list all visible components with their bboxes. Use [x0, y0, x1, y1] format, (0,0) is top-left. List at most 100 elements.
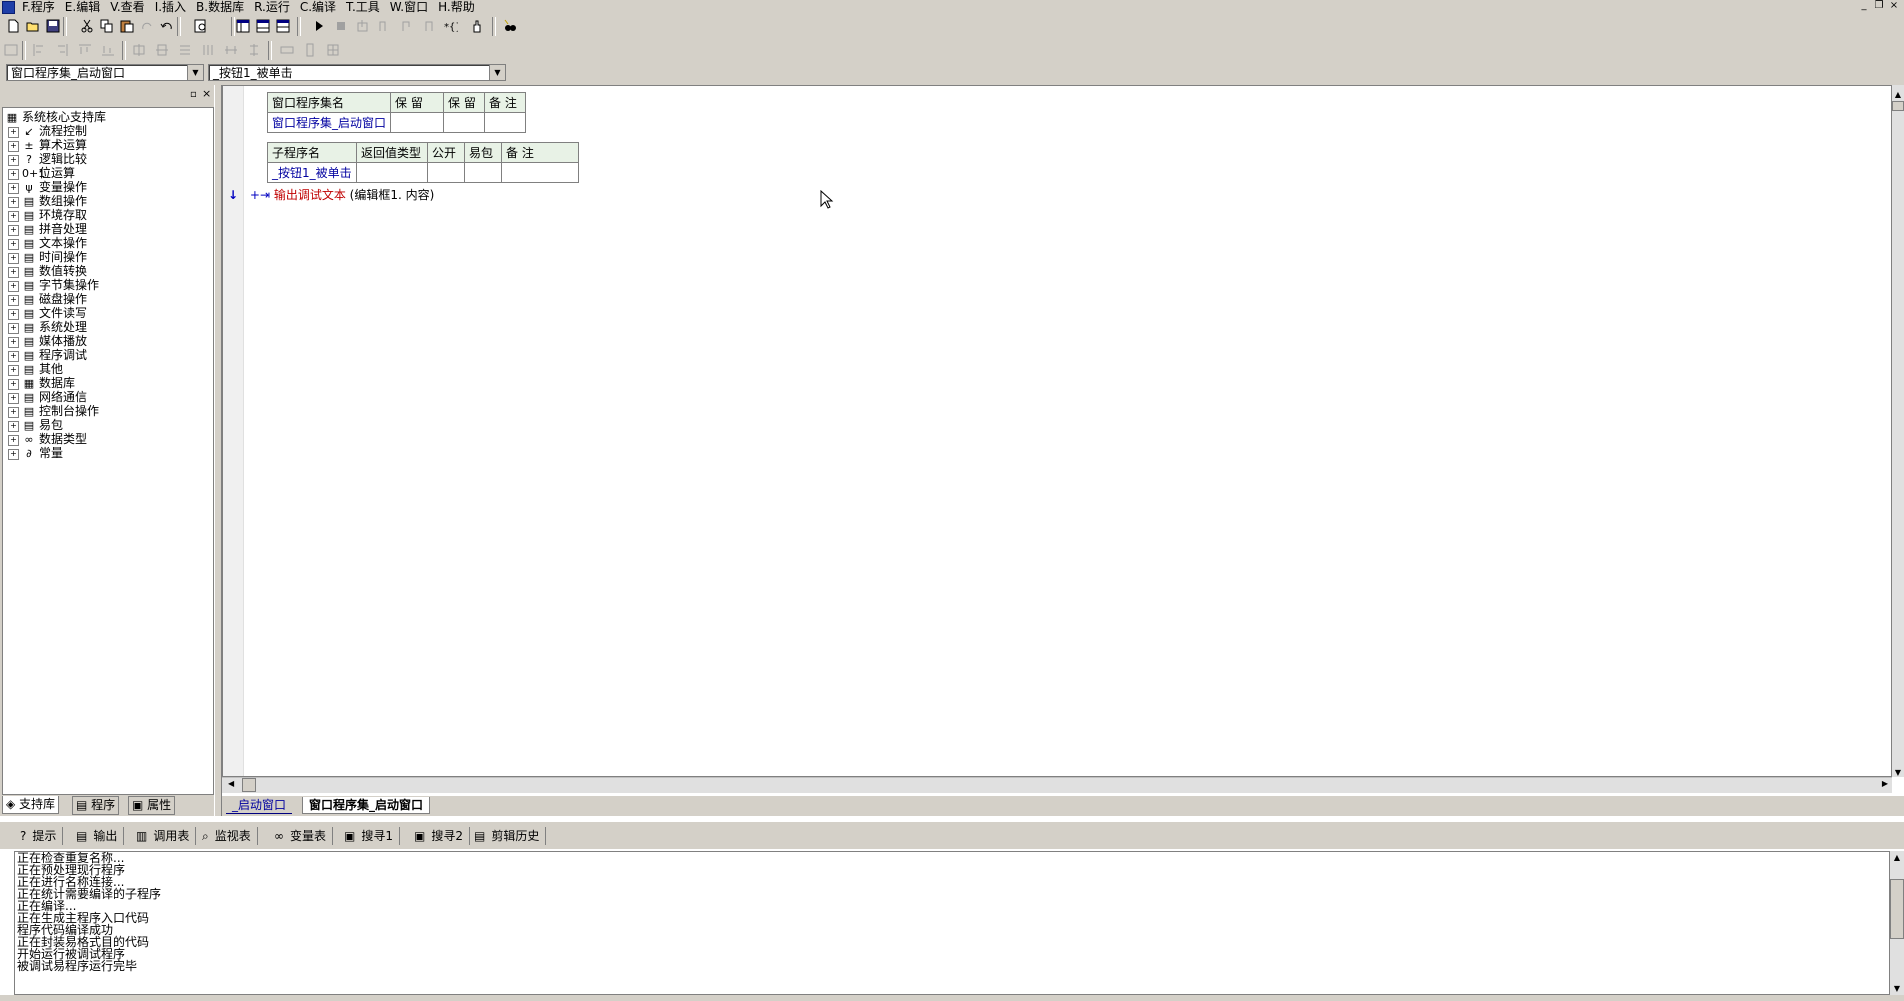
code-editor[interactable]: 窗口程序集名 保 留 保 留 备 注 窗口程序集_启动窗口 子程序名 返回值类型… [222, 85, 1892, 777]
expand-icon[interactable]: + [8, 393, 19, 404]
expand-marker-icon[interactable]: +⇥ [250, 188, 270, 202]
menu-compile[interactable]: C.编译 [298, 0, 344, 15]
vertical-splitter[interactable] [214, 85, 222, 816]
layout3-icon[interactable] [276, 19, 290, 33]
menu-view[interactable]: V.查看 [108, 0, 152, 15]
center-h-icon[interactable] [132, 43, 146, 57]
align-left-icon[interactable] [32, 43, 46, 57]
tree-item[interactable]: + ▤ 程序调试 [3, 348, 87, 362]
output-tab[interactable]: ▥ 调用表 [136, 827, 197, 845]
tree-item[interactable]: + ▤ 网络通信 [3, 390, 87, 404]
minimize-icon[interactable]: _ [1858, 0, 1870, 12]
fit-height-icon[interactable] [303, 43, 317, 57]
command-args[interactable]: (编辑框1. 内容) [350, 188, 435, 202]
assembly-name-cell[interactable]: 窗口程序集_启动窗口 [266, 112, 392, 133]
center-v-icon[interactable] [155, 43, 169, 57]
output-tab[interactable]: ? 提示 [20, 827, 64, 845]
redo-icon[interactable] [140, 19, 154, 33]
layout2-icon[interactable] [256, 19, 270, 33]
tree-item[interactable]: + ▤ 控制台操作 [3, 404, 99, 418]
expand-icon[interactable]: + [8, 141, 19, 152]
tree-item[interactable]: + ▤ 文件读写 [3, 306, 87, 320]
table-cell[interactable] [484, 112, 527, 133]
close-icon[interactable]: × [1888, 0, 1900, 12]
tree-item[interactable]: + ψ 变量操作 [3, 180, 87, 194]
tree-item[interactable]: + ▤ 数组操作 [3, 194, 87, 208]
tree-root[interactable]: ▦ 系统核心支持库 [3, 110, 106, 124]
find-icon[interactable] [194, 19, 208, 33]
menu-help[interactable]: H.帮助 [436, 0, 483, 15]
save-icon[interactable] [46, 19, 60, 33]
expand-icon[interactable]: + [8, 281, 19, 292]
menu-window[interactable]: W.窗口 [388, 0, 436, 15]
tab-startup-window[interactable]: _启动窗口 [226, 797, 293, 814]
paste-icon[interactable] [120, 19, 134, 33]
expand-icon[interactable]: + [8, 155, 19, 166]
panel-close-icon[interactable]: × [202, 87, 211, 100]
tree-item[interactable]: + ▤ 系统处理 [3, 320, 87, 334]
tree-item[interactable]: + ▤ 环境存取 [3, 208, 87, 222]
expand-icon[interactable]: + [8, 267, 19, 278]
output-tab[interactable]: ∞ 变量表 [274, 827, 334, 845]
tree-item[interactable]: + ▤ 磁盘操作 [3, 292, 87, 306]
scroll-thumb[interactable] [1892, 101, 1904, 111]
assembly-select[interactable]: 窗口程序集_启动窗口 ▼ [6, 64, 204, 81]
restore-icon[interactable]: ❐ [1873, 0, 1885, 12]
subroutine-name-cell[interactable]: _按钮1_被单击 [267, 162, 357, 183]
breakpoint-icon[interactable]: *{} [444, 19, 458, 33]
panel-float-icon[interactable]: ▫ [190, 89, 197, 100]
expand-icon[interactable]: + [8, 309, 19, 320]
expand-icon[interactable]: + [8, 253, 19, 264]
expand-icon[interactable]: + [8, 127, 19, 138]
output-tab[interactable]: ⌕ 监视表 [202, 827, 258, 845]
stop-icon[interactable] [334, 19, 348, 33]
expand-icon[interactable]: + [8, 323, 19, 334]
align-top-icon[interactable] [78, 43, 92, 57]
align-bottom-icon[interactable] [101, 43, 115, 57]
chevron-down-icon[interactable]: ▼ [489, 65, 505, 80]
menu-tools[interactable]: T.工具 [344, 0, 388, 15]
output-tab[interactable]: ▤ 输出 [76, 827, 125, 845]
expand-icon[interactable]: + [8, 169, 19, 180]
hand-icon[interactable] [470, 19, 484, 33]
tree-item[interactable]: + ▤ 拼音处理 [3, 222, 87, 236]
cut-icon[interactable] [80, 19, 94, 33]
table-cell[interactable] [427, 162, 465, 183]
table-cell[interactable] [464, 162, 502, 183]
table-row[interactable]: 窗口程序集_启动窗口 [266, 112, 527, 133]
output-tab[interactable]: ▣ 搜寻2 [414, 827, 470, 845]
menu-database[interactable]: B.数据库 [194, 0, 252, 15]
debug-find-icon[interactable] [503, 19, 517, 33]
step-in-icon[interactable] [356, 19, 370, 33]
expand-icon[interactable]: + [8, 407, 19, 418]
expand-icon[interactable]: + [8, 351, 19, 362]
command-name[interactable]: 输出调试文本 [274, 188, 346, 202]
table-cell[interactable] [501, 162, 579, 183]
align-right-icon[interactable] [55, 43, 69, 57]
tree-item[interactable]: + ± 算术运算 [3, 138, 87, 152]
expand-icon[interactable]: + [8, 337, 19, 348]
scroll-up-icon[interactable]: ▲ [1890, 853, 1904, 862]
tab-program[interactable]: ▤ 程序 [72, 796, 120, 815]
tree-item[interactable]: + ↙ 流程控制 [3, 124, 87, 138]
subroutine-select[interactable]: _按钮1_被单击 ▼ [208, 64, 506, 81]
menu-run[interactable]: R.运行 [252, 0, 298, 15]
undo-icon[interactable] [160, 19, 174, 33]
scroll-thumb[interactable] [242, 778, 256, 792]
menu-edit[interactable]: E.编辑 [63, 0, 108, 15]
fit-width-icon[interactable] [280, 43, 294, 57]
tree-item[interactable]: + ▤ 文本操作 [3, 236, 87, 250]
open-icon[interactable] [26, 19, 40, 33]
table-cell[interactable] [390, 112, 445, 133]
scroll-up-icon[interactable]: ▲ [1892, 90, 1904, 99]
tree-item[interactable]: +0+1位运算 [3, 166, 75, 180]
fit-both-icon[interactable] [326, 43, 340, 57]
tree-item[interactable]: + ▤ 时间操作 [3, 250, 87, 264]
output-log[interactable]: 正在检查重复名称... 正在预处理现行程序 正在进行名称连接... 正在统计需要编译的… [14, 851, 1890, 995]
expand-icon[interactable]: + [8, 365, 19, 376]
space-h-icon[interactable] [224, 43, 238, 57]
menu-program[interactable]: F.程序 [20, 0, 63, 15]
expand-icon[interactable]: + [8, 197, 19, 208]
scroll-down-icon[interactable]: ▼ [1890, 984, 1904, 993]
library-tree[interactable]: ▦ 系统核心支持库 + ↙ 流程控制 + ± 算术运算 +? 逻辑比较 +0+1位运算 + ψ 变量操作… [2, 107, 214, 795]
